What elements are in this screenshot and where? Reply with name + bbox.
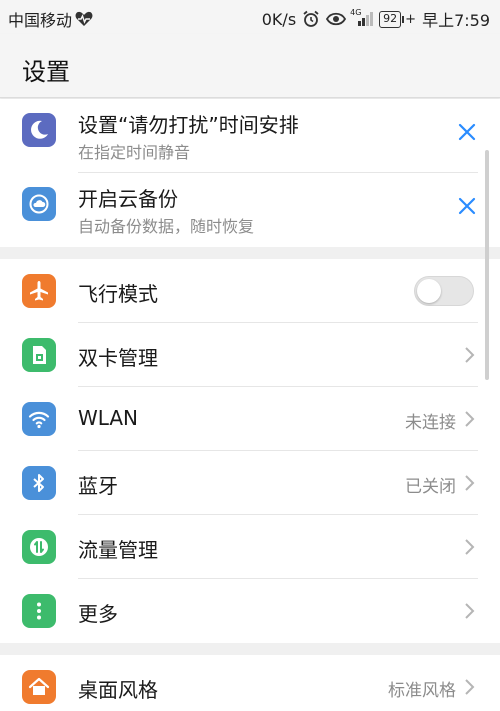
settings-item-dual-sim[interactable]: 双卡管理 <box>0 323 500 387</box>
network-group: 飞行模式 双卡管理 WLAN 未连接 蓝牙 已关闭 流量管理 更多 <box>0 259 500 643</box>
settings-item-airplane-mode[interactable]: 飞行模式 <box>0 259 500 323</box>
battery-level: 92 <box>379 10 402 28</box>
wifi-icon <box>22 402 56 436</box>
page-title: 设置 <box>22 58 70 86</box>
suggestion-cloud-backup[interactable]: 开启云备份 自动备份数据，随时恢复 <box>0 173 500 247</box>
status-bar: 中国移动 0K/s 4G 92 + 早上7:59 <box>0 0 500 34</box>
settings-item-wlan[interactable]: WLAN 未连接 <box>0 387 500 451</box>
suggestion-subtitle: 在指定时间静音 <box>78 143 191 162</box>
signal-icon: 4G <box>350 8 374 26</box>
network-type: 4G <box>350 8 362 17</box>
settings-item-label: 流量管理 <box>78 538 158 562</box>
chevron-right-icon <box>465 539 475 555</box>
chevron-right-icon <box>465 603 475 619</box>
bluetooth-status: 已关闭 <box>405 477 456 497</box>
settings-item-label: 更多 <box>78 602 118 626</box>
suggestion-group: 设置“请勿打扰”时间安排 在指定时间静音 开启云备份 自动备份数据，随时恢复 <box>0 99 500 247</box>
settings-item-label: WLAN <box>78 406 139 430</box>
suggestion-title: 设置“请勿打扰”时间安排 <box>78 113 299 137</box>
chevron-right-icon <box>465 411 475 427</box>
sim-card-icon <box>22 338 56 372</box>
settings-item-label: 蓝牙 <box>78 474 118 498</box>
settings-item-data-usage[interactable]: 流量管理 <box>0 515 500 579</box>
clock: 早上7:59 <box>422 11 490 30</box>
settings-list[interactable]: 设置“请勿打扰”时间安排 在指定时间静音 开启云备份 自动备份数据，随时恢复 飞… <box>0 99 500 711</box>
settings-item-label: 双卡管理 <box>78 346 158 370</box>
airplane-icon <box>22 274 56 308</box>
settings-item-more[interactable]: 更多 <box>0 579 500 643</box>
section-gap <box>0 247 500 259</box>
wlan-status: 未连接 <box>405 413 456 433</box>
chevron-right-icon <box>465 679 475 695</box>
settings-item-label: 桌面风格 <box>78 678 158 702</box>
settings-item-label: 飞行模式 <box>78 282 158 306</box>
close-icon[interactable] <box>456 121 478 143</box>
settings-item-bluetooth[interactable]: 蓝牙 已关闭 <box>0 451 500 515</box>
battery-icon: 92 + <box>379 10 416 28</box>
bluetooth-icon <box>22 466 56 500</box>
home-style-value: 标准风格 <box>388 681 456 701</box>
moon-icon <box>22 113 56 147</box>
suggestion-dnd-schedule[interactable]: 设置“请勿打扰”时间安排 在指定时间静音 <box>0 99 500 173</box>
heart-health-icon <box>75 11 93 26</box>
data-usage-icon <box>22 530 56 564</box>
chevron-right-icon <box>465 475 475 491</box>
chevron-right-icon <box>465 347 475 363</box>
more-icon <box>22 594 56 628</box>
scrollbar[interactable] <box>485 150 489 380</box>
close-icon[interactable] <box>456 195 478 217</box>
app-header: 设置 <box>0 34 500 98</box>
suggestion-title: 开启云备份 <box>78 187 178 211</box>
display-group: 桌面风格 标准风格 <box>0 655 500 711</box>
section-gap <box>0 643 500 655</box>
eye-comfort-icon <box>326 12 347 26</box>
alarm-icon <box>303 10 319 27</box>
carrier-label: 中国移动 <box>8 11 73 30</box>
settings-item-home-style[interactable]: 桌面风格 标准风格 <box>0 655 500 711</box>
network-speed: 0K/s <box>261 9 297 29</box>
suggestion-subtitle: 自动备份数据，随时恢复 <box>78 217 255 236</box>
airplane-mode-toggle[interactable] <box>414 276 474 306</box>
home-icon <box>22 670 56 704</box>
cloud-backup-icon <box>22 187 56 221</box>
